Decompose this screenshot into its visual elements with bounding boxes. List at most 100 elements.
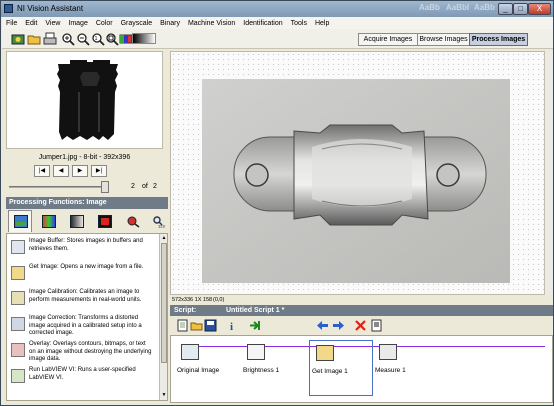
step-label: Original Image [177, 367, 220, 374]
processing-functions-header: Processing Functions: Image [6, 197, 168, 209]
function-description: Overlay: Overlays contours, bitmaps, or … [29, 341, 152, 362]
previous-image-button[interactable]: ◀ [53, 165, 69, 177]
script-step-original-image[interactable]: Original Image [175, 340, 239, 396]
function-list-scrollbar[interactable]: ▲ ▼ [159, 234, 167, 400]
menu-color[interactable]: Color [96, 20, 113, 27]
menu-grayscale[interactable]: Grayscale [121, 20, 153, 27]
image-thumbnail[interactable] [6, 51, 163, 149]
delete-step-icon[interactable] [354, 319, 367, 332]
script-steps-area: Original Image Brightness 1 Get Image 1 … [170, 335, 553, 403]
open-icon[interactable] [26, 31, 41, 45]
image-calibration-icon [11, 291, 25, 305]
menu-machine-vision[interactable]: Machine Vision [188, 20, 235, 27]
print-icon[interactable] [42, 31, 57, 45]
tab-color-functions[interactable] [36, 210, 60, 232]
script-title: Untitled Script 1 * [226, 307, 285, 314]
properties-icon[interactable] [370, 319, 383, 332]
function-image-correction[interactable]: Image Correction: Transforms a distorted… [11, 315, 153, 339]
menu-tools[interactable]: Tools [291, 20, 307, 27]
scroll-down-icon[interactable]: ▼ [161, 392, 167, 399]
cursor-coordinates: (0,0) [213, 297, 225, 303]
step-forward-icon[interactable] [332, 319, 345, 332]
grayscale-icon [70, 215, 84, 228]
menu-help[interactable]: Help [315, 20, 329, 27]
first-image-button[interactable]: |◀ [34, 165, 50, 177]
script-header: Script: Untitled Script 1 * [170, 305, 553, 316]
script-step-get-image[interactable]: Get Image 1 [309, 340, 373, 396]
menu-image[interactable]: Image [68, 20, 87, 27]
main-toolbar: 1 Acquire Images Browse Images Process I… [2, 29, 553, 49]
overlay-icon [11, 343, 25, 357]
scroll-up-icon[interactable]: ▲ [161, 235, 167, 242]
binary-icon [98, 215, 112, 228]
function-category-tabs: 123 [6, 209, 168, 233]
tab-identification-functions[interactable]: 123 [146, 210, 170, 232]
function-overlay[interactable]: Overlay: Overlays contours, bitmaps, or … [11, 341, 153, 365]
save-script-icon[interactable] [204, 319, 217, 332]
function-run-labview-vi[interactable]: Run LabVIEW VI: Runs a user-specified La… [11, 367, 153, 387]
minimize-button[interactable]: _ [498, 3, 513, 15]
function-get-image[interactable]: Get Image: Opens a new image from a file… [11, 264, 153, 286]
color-icon [42, 215, 56, 228]
image-status-bar: 572x336 1X 158 (0,0) [170, 295, 553, 305]
svg-text:123: 123 [158, 224, 165, 229]
menu-bar: File Edit View Image Color Grayscale Bin… [2, 17, 553, 29]
image-icon [14, 215, 28, 228]
zoom-fit-icon[interactable] [104, 31, 119, 46]
tab-grayscale-functions[interactable] [64, 210, 88, 232]
menu-file[interactable]: File [6, 20, 17, 27]
open-script-icon[interactable] [190, 319, 203, 332]
processing-function-list: Image Buffer: Stores images in buffers a… [6, 233, 168, 401]
acquire-icon[interactable] [10, 31, 25, 45]
total-pages: 2 [153, 183, 157, 190]
image-slider-thumb[interactable] [101, 181, 109, 193]
background-window-text: AaBb [419, 3, 440, 12]
scrollbar-thumb[interactable] [161, 243, 167, 363]
step-label: Get Image 1 [312, 368, 348, 375]
thumbnail-image [57, 60, 118, 140]
left-panel: Jumper1.jpg - 8-bit - 392x396 |◀ ◀ ▶ ▶| … [6, 51, 168, 401]
function-description: Image Buffer: Stores images in buffers a… [29, 238, 143, 252]
step-back-icon[interactable] [316, 319, 329, 332]
window-title: NI Vision Assistant [17, 4, 84, 13]
run-labview-icon [11, 369, 25, 383]
tab-acquire-images[interactable]: Acquire Images [358, 33, 418, 46]
workspace-scrollbar[interactable] [544, 51, 553, 295]
identification-icon: 123 [153, 216, 165, 229]
image-slider-track[interactable] [9, 186, 109, 188]
new-script-icon[interactable] [176, 319, 189, 332]
app-icon [4, 4, 13, 13]
tab-image-functions[interactable] [8, 210, 32, 232]
last-image-button[interactable]: ▶| [91, 165, 107, 177]
measure-icon [379, 344, 397, 360]
function-image-calibration[interactable]: Image Calibration: Calibrates an image t… [11, 289, 153, 313]
script-toolbar: i [170, 316, 553, 335]
info-icon[interactable]: i [226, 319, 239, 333]
menu-view[interactable]: View [45, 20, 60, 27]
script-step-measure[interactable]: Measure 1 [373, 340, 437, 396]
tab-browse-images[interactable]: Browse Images [417, 33, 470, 46]
menu-identification[interactable]: Identification [243, 20, 282, 27]
image-buffer-icon [11, 240, 25, 254]
zoom-in-icon[interactable] [60, 31, 75, 46]
maximize-button[interactable]: □ [513, 3, 528, 15]
function-image-buffer[interactable]: Image Buffer: Stores images in buffers a… [11, 238, 153, 262]
script-step-brightness[interactable]: Brightness 1 [241, 340, 305, 396]
grayscale-palette-preview[interactable] [132, 33, 156, 44]
tab-process-images[interactable]: Process Images [469, 33, 528, 46]
close-button[interactable]: X [528, 3, 551, 15]
zoom-1to1-icon[interactable]: 1 [90, 31, 105, 46]
image-dimensions: 572x336 1X 158 [172, 297, 213, 303]
zoom-out-icon[interactable] [75, 31, 90, 46]
palette-icon[interactable] [118, 31, 133, 45]
next-image-button[interactable]: ▶ [72, 165, 88, 177]
brightness-icon [247, 344, 265, 360]
tab-binary-functions[interactable] [92, 210, 116, 232]
menu-edit[interactable]: Edit [25, 20, 37, 27]
title-bar: NI Vision Assistant AaBb AaBbI AaBb _ □ … [1, 1, 553, 17]
metal-jumper-photo [202, 79, 510, 283]
tab-machine-vision-functions[interactable] [120, 210, 144, 232]
menu-binary[interactable]: Binary [160, 20, 180, 27]
run-icon[interactable] [248, 319, 261, 332]
processed-image[interactable] [202, 79, 510, 283]
